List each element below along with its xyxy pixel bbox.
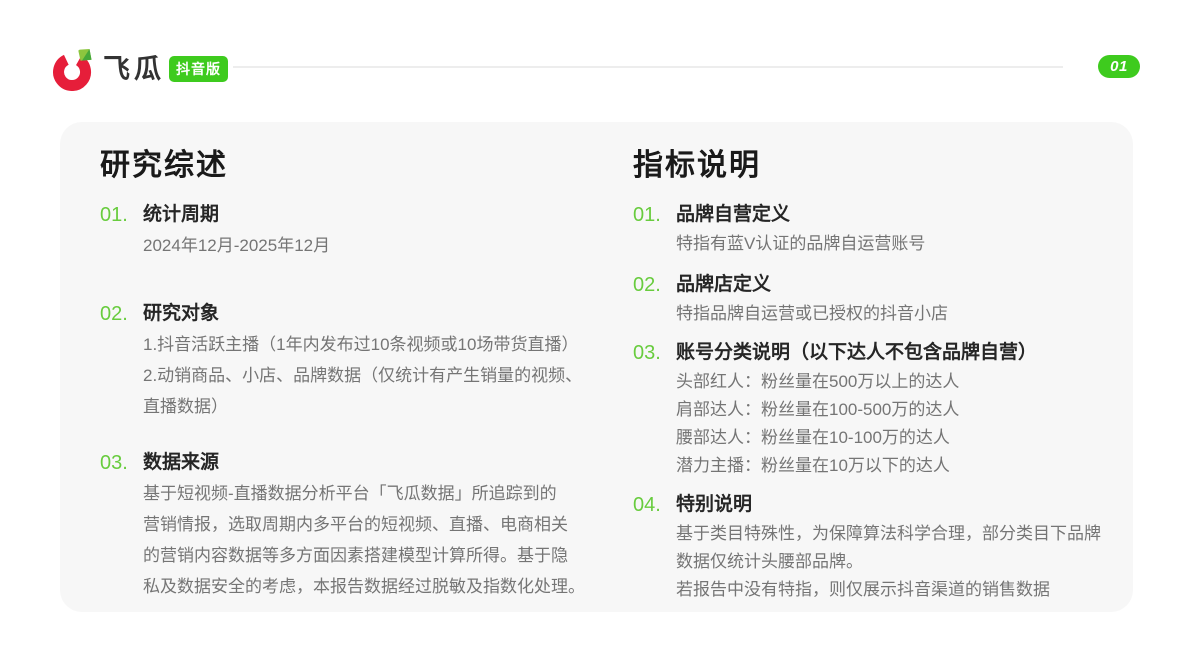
feigua-logo: 飞瓜 抖音版 — [52, 47, 228, 91]
item-label: 统计周期 — [143, 200, 592, 230]
list-item-statistics-period: 01. 统计周期 2024年12月-2025年12月 — [100, 200, 592, 261]
item-number: 02. — [633, 270, 676, 300]
header-divider — [233, 66, 1063, 68]
item-content: 统计周期 2024年12月-2025年12月 — [143, 200, 592, 261]
item-content: 数据来源 基于短视频-直播数据分析平台「飞瓜数据」所追踪到的 营销情报，选取周期… — [143, 448, 592, 602]
item-label: 品牌自营定义 — [676, 200, 1105, 230]
item-label: 特别说明 — [676, 490, 1105, 520]
item-label: 品牌店定义 — [676, 270, 1105, 300]
list-item-brand-self-operation: 01. 品牌自营定义 特指有蓝V认证的品牌自运营账号 — [633, 200, 1105, 258]
item-label: 账号分类说明（以下达人不包含品牌自营） — [676, 338, 1105, 368]
section-indicator-explanation: 指标说明 01. 品牌自营定义 特指有蓝V认证的品牌自运营账号 02. 品牌店定… — [633, 146, 1105, 604]
item-description: 基于短视频-直播数据分析平台「飞瓜数据」所追踪到的 营销情报，选取周期内多平台的… — [143, 478, 592, 602]
report-slide: 飞瓜 抖音版 01 研究综述 01. 统计周期 2024年12月-2025年12… — [0, 0, 1190, 669]
list-item-account-classification: 03. 账号分类说明（以下达人不包含品牌自营） 头部红人：粉丝量在500万以上的… — [633, 338, 1105, 480]
item-description: 基于类目特殊性，为保障算法科学合理，部分类目下品牌 数据仅统计头腰部品牌。 若报… — [676, 520, 1105, 604]
item-description: 头部红人：粉丝量在500万以上的达人 肩部达人：粉丝量在100-500万的达人 … — [676, 368, 1105, 480]
section-title: 指标说明 — [633, 146, 1105, 186]
logo-text: 飞瓜 — [103, 47, 165, 91]
item-content: 品牌店定义 特指品牌自运营或已授权的抖音小店 — [676, 270, 1105, 328]
item-number: 01. — [100, 200, 143, 230]
item-label: 数据来源 — [143, 448, 592, 478]
page-number-badge: 01 — [1098, 55, 1140, 78]
item-description: 特指品牌自运营或已授权的抖音小店 — [676, 300, 1105, 328]
item-number: 03. — [100, 448, 143, 478]
item-description: 特指有蓝V认证的品牌自运营账号 — [676, 230, 1105, 258]
section-research-overview: 研究综述 01. 统计周期 2024年12月-2025年12月 02. 研究对象… — [100, 146, 592, 602]
item-number: 03. — [633, 338, 676, 368]
content-card: 研究综述 01. 统计周期 2024年12月-2025年12月 02. 研究对象… — [60, 122, 1133, 612]
item-content: 研究对象 1.抖音活跃主播（1年内发布过10条视频或10场带货直播） 2.动销商… — [143, 299, 592, 422]
item-content: 品牌自营定义 特指有蓝V认证的品牌自运营账号 — [676, 200, 1105, 258]
douyin-version-badge: 抖音版 — [169, 56, 228, 82]
item-number: 01. — [633, 200, 676, 230]
item-label: 研究对象 — [143, 299, 592, 329]
feigua-logo-icon — [52, 47, 96, 91]
item-description: 2024年12月-2025年12月 — [143, 230, 592, 261]
item-content: 特别说明 基于类目特殊性，为保障算法科学合理，部分类目下品牌 数据仅统计头腰部品… — [676, 490, 1105, 604]
list-item-brand-store: 02. 品牌店定义 特指品牌自运营或已授权的抖音小店 — [633, 270, 1105, 328]
list-item-data-source: 03. 数据来源 基于短视频-直播数据分析平台「飞瓜数据」所追踪到的 营销情报，… — [100, 448, 592, 602]
item-description: 1.抖音活跃主播（1年内发布过10条视频或10场带货直播） 2.动销商品、小店、… — [143, 329, 592, 422]
list-item-research-objects: 02. 研究对象 1.抖音活跃主播（1年内发布过10条视频或10场带货直播） 2… — [100, 299, 592, 422]
item-number: 04. — [633, 490, 676, 520]
list-item-special-notes: 04. 特别说明 基于类目特殊性，为保障算法科学合理，部分类目下品牌 数据仅统计… — [633, 490, 1105, 604]
item-content: 账号分类说明（以下达人不包含品牌自营） 头部红人：粉丝量在500万以上的达人 肩… — [676, 338, 1105, 480]
section-title: 研究综述 — [100, 146, 592, 186]
item-number: 02. — [100, 299, 143, 329]
